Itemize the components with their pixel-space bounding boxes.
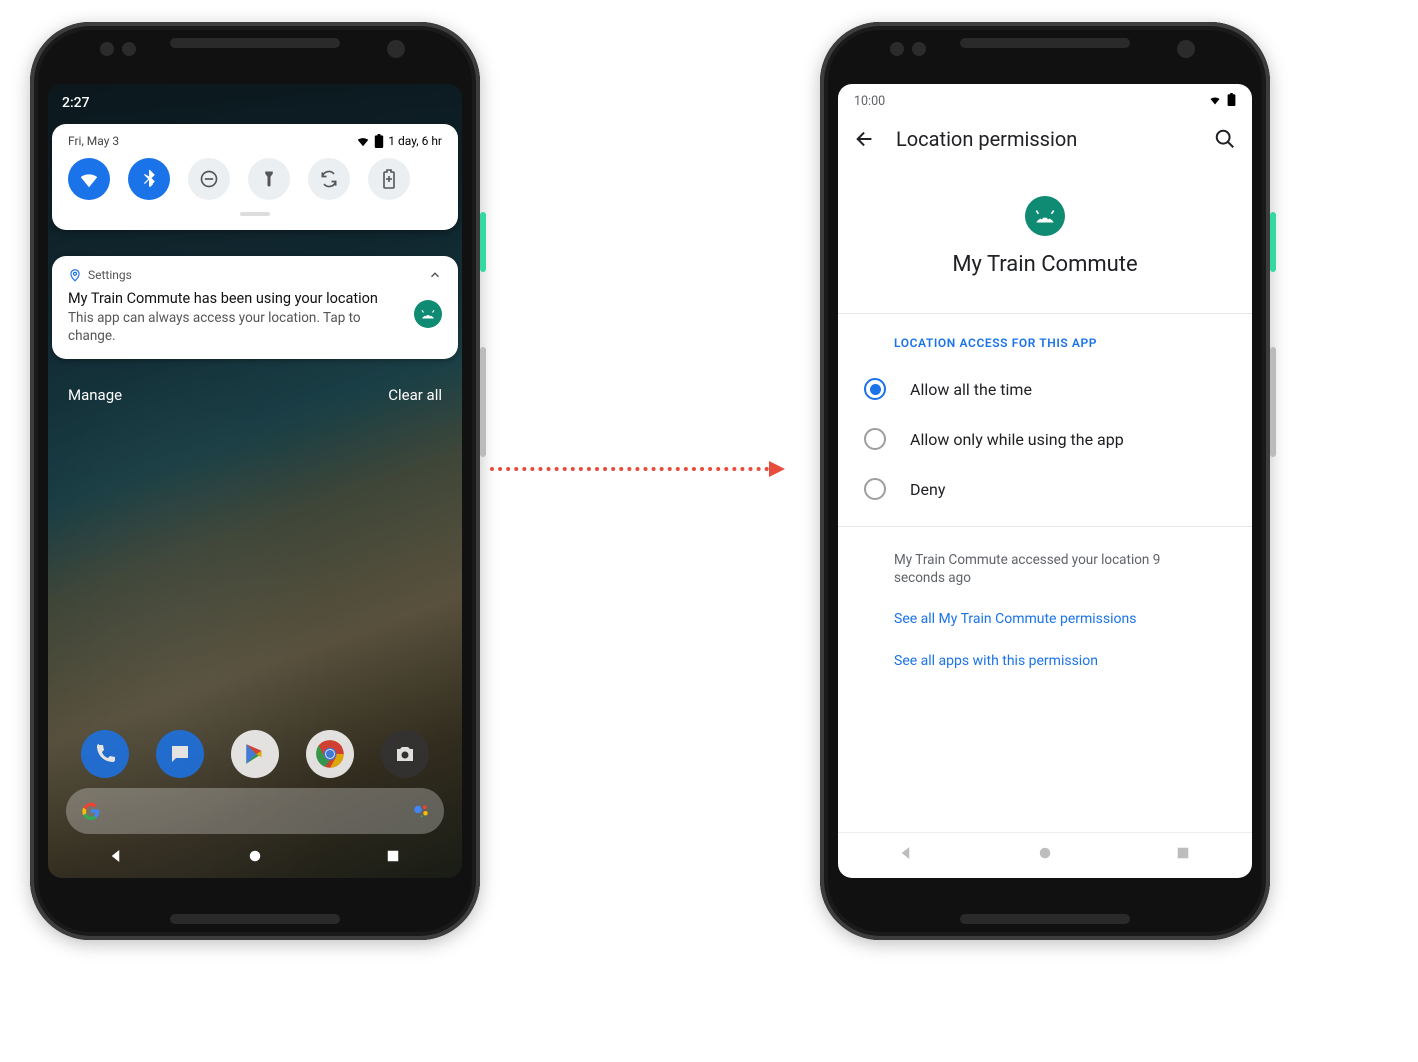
qs-dnd-toggle[interactable] [188, 158, 230, 200]
status-time: 10:00 [854, 94, 885, 109]
radio-icon [864, 378, 886, 400]
play-store-app-icon[interactable] [231, 730, 279, 778]
section-header: LOCATION ACCESS FOR THIS APP [838, 314, 1252, 364]
speaker-grille [960, 38, 1130, 48]
nav-home-icon[interactable] [1036, 844, 1054, 862]
app-name: My Train Commute [952, 252, 1137, 277]
nav-bar [48, 840, 462, 872]
bluetooth-icon [139, 169, 159, 189]
radio-label: Allow all the time [910, 380, 1032, 399]
qs-batterysaver-toggle[interactable] [368, 158, 410, 200]
manage-button[interactable]: Manage [68, 386, 122, 404]
nav-back-icon[interactable] [898, 844, 916, 862]
qs-date: Fri, May 3 [68, 134, 119, 148]
sensor-dot [912, 42, 926, 56]
phone-notification-shade: 2:27 Fri, May 3 1 day, 6 hr [30, 22, 480, 940]
google-g-icon [80, 800, 102, 822]
nav-recent-icon[interactable] [1174, 844, 1192, 862]
sensor-dot [122, 42, 136, 56]
app-icon-badge [1025, 196, 1065, 236]
radio-icon [864, 478, 886, 500]
qs-bluetooth-toggle[interactable] [128, 158, 170, 200]
google-search-bar[interactable] [66, 788, 444, 834]
battery-icon [374, 134, 384, 148]
radio-allow-foreground[interactable]: Allow only while using the app [838, 414, 1252, 464]
qs-autorotate-toggle[interactable] [308, 158, 350, 200]
page-title: Location permission [896, 127, 1194, 151]
battery-duration: 1 day, 6 hr [388, 134, 442, 148]
battery-saver-icon [382, 169, 396, 189]
power-button[interactable] [480, 212, 486, 272]
quick-settings-panel[interactable]: Fri, May 3 1 day, 6 hr [52, 124, 458, 230]
messages-app-icon[interactable] [156, 730, 204, 778]
power-button[interactable] [1270, 212, 1276, 272]
chevron-up-icon[interactable] [428, 268, 442, 282]
status-icons [1208, 93, 1236, 110]
qs-drag-handle[interactable] [240, 212, 270, 216]
sensor-dot [890, 42, 904, 56]
speaker-grille [170, 38, 340, 48]
radio-allow-all[interactable]: Allow all the time [838, 364, 1252, 414]
assistant-icon[interactable] [412, 802, 430, 820]
link-app-permissions[interactable]: See all My Train Commute permissions [838, 611, 1252, 653]
radio-deny[interactable]: Deny [838, 464, 1252, 514]
phone-settings-screen: 10:00 Location permission [820, 22, 1270, 940]
back-button[interactable] [854, 128, 876, 150]
app-header: My Train Commute [838, 166, 1252, 313]
qs-flashlight-toggle[interactable] [248, 158, 290, 200]
speaker-grille [170, 914, 340, 924]
chrome-app-icon[interactable] [306, 730, 354, 778]
radio-label: Allow only while using the app [910, 430, 1124, 449]
autorotate-icon [319, 169, 339, 189]
camera-app-icon[interactable] [381, 730, 429, 778]
notification-card[interactable]: Settings My Train Commute has been using… [52, 256, 458, 359]
status-bar: 10:00 [838, 84, 1252, 112]
flashlight-icon [260, 170, 278, 188]
radio-icon [864, 428, 886, 450]
status-time: 2:27 [62, 95, 90, 111]
nav-home-icon[interactable] [246, 847, 264, 865]
wifi-icon [78, 168, 100, 190]
sensor-dot [100, 42, 114, 56]
volume-button[interactable] [1270, 347, 1276, 457]
nav-back-icon[interactable] [108, 847, 126, 865]
qs-wifi-toggle[interactable] [68, 158, 110, 200]
home-dock [48, 730, 462, 778]
clear-all-button[interactable]: Clear all [388, 386, 442, 404]
app-icon-badge [414, 300, 442, 328]
volume-button[interactable] [480, 347, 486, 457]
notification-body: This app can always access your location… [68, 309, 442, 345]
notification-title: My Train Commute has been using your loc… [68, 290, 442, 307]
front-camera [387, 40, 405, 58]
radio-label: Deny [910, 480, 945, 499]
notification-source: Settings [88, 268, 132, 282]
search-button[interactable] [1214, 128, 1236, 150]
last-access-info: My Train Commute accessed your location … [838, 527, 1252, 611]
dnd-icon [199, 169, 219, 189]
speaker-grille [960, 914, 1130, 924]
nav-bar [838, 832, 1252, 872]
flow-arrow [490, 459, 785, 479]
wifi-icon [356, 134, 370, 148]
front-camera [1177, 40, 1195, 58]
status-bar: 2:27 [48, 90, 462, 116]
link-all-apps-permission[interactable]: See all apps with this permission [838, 653, 1252, 695]
qs-battery-status: 1 day, 6 hr [356, 134, 442, 148]
location-icon [68, 268, 82, 282]
nav-recent-icon[interactable] [384, 847, 402, 865]
phone-app-icon[interactable] [81, 730, 129, 778]
